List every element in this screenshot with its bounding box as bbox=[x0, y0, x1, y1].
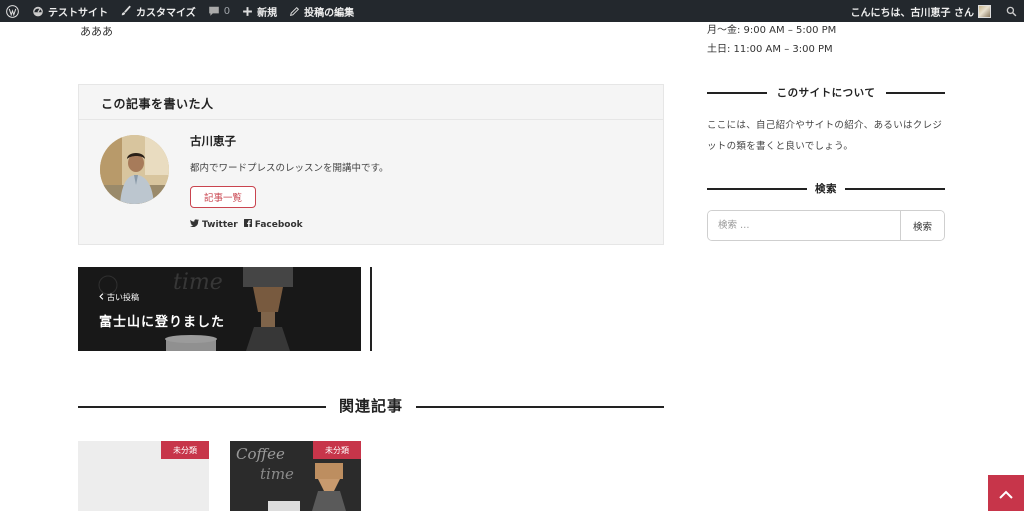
twitter-icon bbox=[190, 219, 202, 230]
admin-search-icon[interactable] bbox=[999, 0, 1024, 22]
category-badge[interactable]: 未分類 bbox=[161, 441, 209, 459]
previous-post-label: 古い投稿 bbox=[99, 292, 139, 303]
edit-post-label: 投稿の編集 bbox=[304, 7, 355, 19]
author-social-links: Twitter Facebook bbox=[190, 219, 309, 230]
author-description: 都内でワードプレスのレッスンを開講中です。 bbox=[190, 163, 389, 174]
svg-text:time: time bbox=[260, 465, 294, 483]
search-form: 検索 bbox=[707, 210, 945, 241]
search-submit-button[interactable]: 検索 bbox=[900, 211, 944, 240]
author-box: この記事を書いた人 古川恵子 都内でワードプレスのレッスンを開講中です。 記事一… bbox=[78, 84, 664, 245]
search-widget-heading: 検索 bbox=[707, 181, 945, 195]
about-widget-heading: このサイトについて bbox=[707, 85, 945, 99]
admin-site-name[interactable]: テストサイト bbox=[26, 0, 114, 22]
twitter-label: Twitter bbox=[202, 219, 238, 230]
home-icon bbox=[32, 5, 44, 17]
related-post-card[interactable]: Coffee time 未分類 bbox=[230, 441, 361, 511]
new-label: 新規 bbox=[257, 7, 278, 19]
chevron-left-icon bbox=[99, 293, 104, 302]
admin-customize[interactable]: カスタマイズ bbox=[114, 0, 202, 22]
author-avatar bbox=[100, 135, 169, 204]
category-badge[interactable]: 未分類 bbox=[313, 441, 361, 459]
admin-bar: テストサイト カスタマイズ 0 新規 投稿の編集 こんにちは、古川恵子 さん bbox=[0, 0, 1024, 22]
previous-post-label-text: 古い投稿 bbox=[107, 293, 139, 302]
admin-new[interactable]: 新規 bbox=[236, 0, 283, 22]
heading-line-right bbox=[845, 188, 945, 190]
facebook-icon bbox=[243, 219, 255, 230]
related-post-card[interactable]: 未分類 bbox=[78, 441, 209, 511]
related-heading-line-right bbox=[416, 406, 664, 408]
hours-weekday: 月〜金: 9:00 AM – 5:00 PM bbox=[707, 25, 837, 36]
customize-label: カスタマイズ bbox=[136, 7, 196, 19]
brush-icon bbox=[120, 5, 132, 17]
previous-post-card[interactable]: time 古い投稿 富士山に登りました bbox=[78, 267, 361, 351]
heading-line-right bbox=[886, 92, 945, 94]
previous-post-overlay bbox=[78, 267, 361, 351]
author-name: 古川恵子 bbox=[190, 134, 236, 148]
facebook-link[interactable]: Facebook bbox=[243, 219, 303, 230]
svg-text:Coffee: Coffee bbox=[236, 445, 285, 463]
author-box-heading: この記事を書いた人 bbox=[79, 85, 663, 120]
author-posts-button[interactable]: 記事一覧 bbox=[190, 186, 256, 208]
plus-icon bbox=[242, 6, 253, 17]
previous-post-title[interactable]: 富士山に登りました bbox=[99, 311, 225, 330]
site-name-label: テストサイト bbox=[48, 7, 108, 19]
admin-edit-post[interactable]: 投稿の編集 bbox=[283, 0, 360, 22]
search-input[interactable] bbox=[708, 211, 900, 240]
pencil-icon bbox=[289, 6, 300, 17]
chevron-up-icon bbox=[999, 484, 1013, 503]
related-heading-line-left bbox=[78, 406, 326, 408]
about-widget-text: ここには、自己紹介やサイトの紹介、あるいはクレジットの類を書くと良いでしょう。 bbox=[707, 120, 943, 152]
comment-icon bbox=[208, 5, 220, 17]
greeting-label: こんにちは、古川恵子 さん bbox=[850, 7, 974, 19]
facebook-label: Facebook bbox=[254, 219, 303, 230]
comments-count: 0 bbox=[223, 5, 231, 17]
back-to-top-button[interactable] bbox=[988, 475, 1024, 511]
post-nav-divider bbox=[370, 267, 372, 351]
wordpress-logo-icon[interactable] bbox=[0, 0, 26, 22]
admin-avatar[interactable] bbox=[978, 4, 991, 18]
post-body-text: あああ bbox=[80, 25, 113, 38]
twitter-link[interactable]: Twitter bbox=[190, 219, 238, 230]
related-posts-heading: 関連記事 bbox=[338, 397, 403, 415]
admin-account[interactable]: こんにちは、古川恵子 さん bbox=[845, 0, 978, 22]
hours-weekend: 土日: 11:00 AM – 3:00 PM bbox=[707, 44, 833, 55]
admin-comments[interactable]: 0 bbox=[202, 0, 236, 22]
